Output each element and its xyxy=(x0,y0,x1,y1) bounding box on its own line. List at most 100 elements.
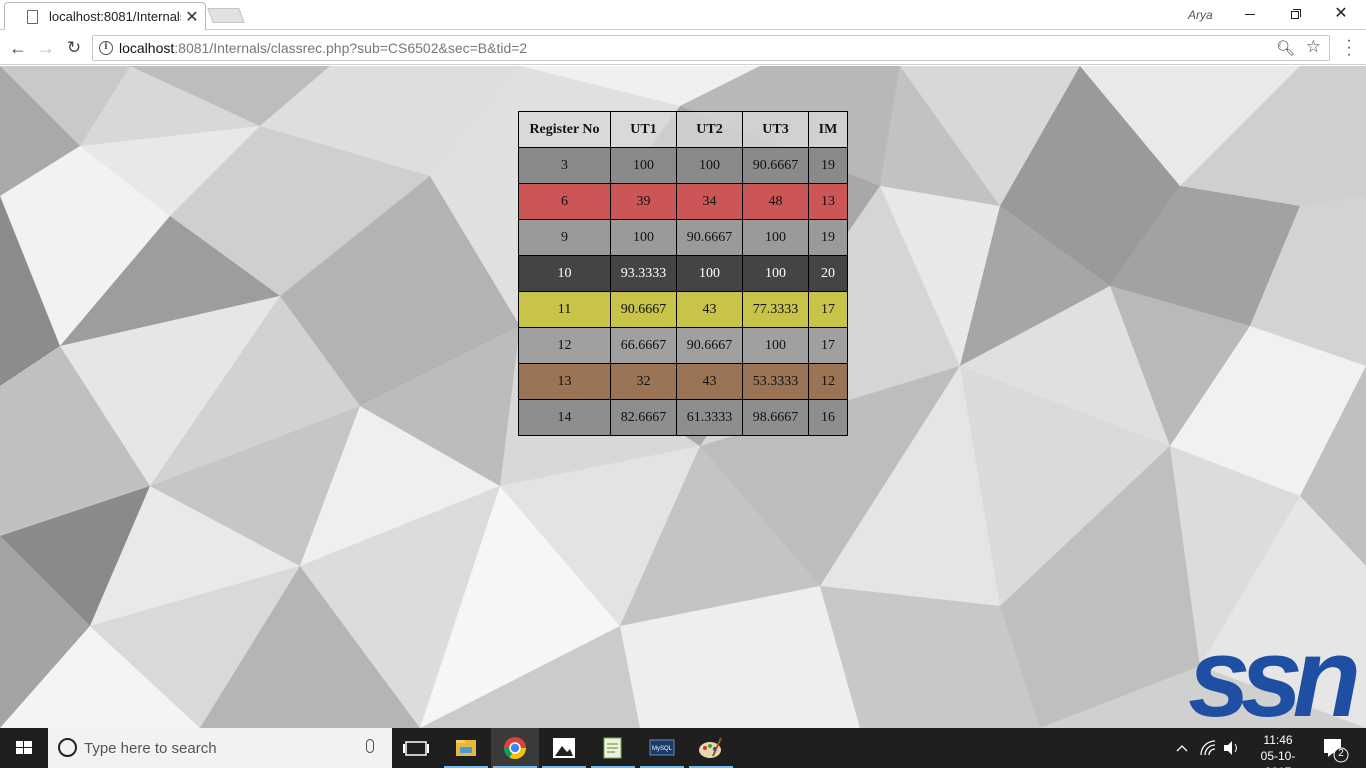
cell-im: 17 xyxy=(808,291,848,328)
cell-ut1: 100 xyxy=(610,147,677,184)
address-bar[interactable]: i localhost:8081/Internals/classrec.php?… xyxy=(92,35,1330,61)
cell-im: 19 xyxy=(808,219,848,256)
wifi-icon[interactable] xyxy=(1198,728,1218,768)
minimize-button[interactable] xyxy=(1235,4,1265,24)
forward-icon[interactable]: → xyxy=(33,35,59,61)
cell-register-no: 11 xyxy=(518,291,611,328)
profile-name[interactable]: Arya xyxy=(1188,8,1213,22)
class-record-table: Register No UT1 UT2 UT3 IM 3 100 100 90.666… xyxy=(518,111,848,436)
taskbar: Type here to search MySQL 11:46 05-10-20 xyxy=(0,728,1366,768)
cell-ut2: 100 xyxy=(676,147,743,184)
cell-ut3: 98.6667 xyxy=(742,399,809,436)
header-ut2: UT2 xyxy=(676,111,743,148)
show-hidden-icons[interactable] xyxy=(1174,728,1190,768)
browser-tab[interactable]: localhost:8081/Internals/ ✕ xyxy=(4,2,206,30)
cell-register-no: 12 xyxy=(518,327,611,364)
svg-text:MySQL: MySQL xyxy=(652,746,673,752)
cell-ut1: 39 xyxy=(610,183,677,220)
cell-register-no: 6 xyxy=(518,183,611,220)
table-row: 14 82.6667 61.3333 98.6667 16 xyxy=(518,399,848,436)
table-row: 9 100 90.6667 100 19 xyxy=(518,219,848,256)
cell-ut3: 53.3333 xyxy=(742,363,809,400)
cell-ut1: 100 xyxy=(610,219,677,256)
cell-im: 13 xyxy=(808,183,848,220)
cell-ut1: 82.6667 xyxy=(610,399,677,436)
notifications-icon[interactable]: 2 xyxy=(1320,728,1350,768)
cell-ut3: 48 xyxy=(742,183,809,220)
task-view-icon[interactable] xyxy=(392,728,440,768)
reload-icon[interactable]: ↻ xyxy=(61,35,87,61)
page-content: Register No UT1 UT2 UT3 IM 3 100 100 90.666… xyxy=(0,66,1366,728)
header-ut1: UT1 xyxy=(610,111,677,148)
table-header-row: Register No UT1 UT2 UT3 IM xyxy=(518,111,848,148)
table-row: 12 66.6667 90.6667 100 17 xyxy=(518,327,848,364)
photos-icon[interactable] xyxy=(540,728,588,768)
cell-register-no: 10 xyxy=(518,255,611,292)
clock-date: 05-10-2017 xyxy=(1260,749,1296,768)
windows-icon xyxy=(16,741,32,754)
cell-ut1: 66.6667 xyxy=(610,327,677,364)
table-row: 11 90.6667 43 77.3333 17 xyxy=(518,291,848,328)
taskbar-search-box[interactable]: Type here to search xyxy=(48,728,392,768)
paint-icon[interactable] xyxy=(687,728,735,768)
microphone-icon[interactable] xyxy=(366,739,374,753)
header-ut3: UT3 xyxy=(742,111,809,148)
cell-im: 16 xyxy=(808,399,848,436)
url-text[interactable]: localhost:8081/Internals/classrec.php?su… xyxy=(119,40,527,56)
tab-title: localhost:8081/Internals/ xyxy=(49,9,181,24)
window-close-button[interactable]: ✕ xyxy=(1326,4,1356,24)
notification-count: 2 xyxy=(1338,748,1344,759)
cell-ut1: 32 xyxy=(610,363,677,400)
notepad-icon[interactable] xyxy=(589,728,637,768)
search-placeholder: Type here to search xyxy=(84,740,217,757)
new-tab-button[interactable] xyxy=(207,8,245,23)
mysql-icon[interactable]: MySQL xyxy=(638,728,686,768)
tab-strip: localhost:8081/Internals/ ✕ Arya ✕ xyxy=(0,0,1366,30)
cell-ut2: 43 xyxy=(676,363,743,400)
cell-ut3: 100 xyxy=(742,327,809,364)
cell-ut2: 100 xyxy=(676,255,743,292)
menu-icon[interactable]: · · · xyxy=(1344,33,1354,63)
cell-im: 19 xyxy=(808,147,848,184)
restore-button[interactable] xyxy=(1280,4,1310,24)
start-button[interactable] xyxy=(0,728,48,768)
cell-ut1: 93.3333 xyxy=(610,255,677,292)
zoom-icon[interactable]: 🔍︎ xyxy=(1276,39,1295,57)
cell-ut2: 61.3333 xyxy=(676,399,743,436)
browser-toolbar: ← → ↻ i localhost:8081/Internals/classre… xyxy=(0,31,1366,65)
table-row: 10 93.3333 100 100 20 xyxy=(518,255,848,292)
bookmark-star-icon[interactable]: ☆ xyxy=(1306,37,1321,57)
tab-close-icon[interactable]: ✕ xyxy=(183,7,201,27)
clock[interactable]: 11:46 05-10-2017 xyxy=(1248,732,1308,768)
back-icon[interactable]: ← xyxy=(5,35,31,61)
cell-im: 20 xyxy=(808,255,848,292)
cell-ut1: 90.6667 xyxy=(610,291,677,328)
file-explorer-icon[interactable] xyxy=(442,728,490,768)
cell-register-no: 14 xyxy=(518,399,611,436)
cell-ut2: 90.6667 xyxy=(676,219,743,256)
header-register-no: Register No xyxy=(518,111,611,148)
cell-ut2: 34 xyxy=(676,183,743,220)
table-row: 6 39 34 48 13 xyxy=(518,183,848,220)
cell-im: 17 xyxy=(808,327,848,364)
cell-ut3: 100 xyxy=(742,219,809,256)
clock-time: 11:46 xyxy=(1263,733,1293,747)
cell-ut3: 90.6667 xyxy=(742,147,809,184)
cell-im: 12 xyxy=(808,363,848,400)
cell-register-no: 13 xyxy=(518,363,611,400)
info-icon[interactable]: i xyxy=(99,41,113,55)
cell-register-no: 3 xyxy=(518,147,611,184)
cell-register-no: 9 xyxy=(518,219,611,256)
volume-icon[interactable] xyxy=(1222,728,1242,768)
cell-ut3: 77.3333 xyxy=(742,291,809,328)
cell-ut2: 43 xyxy=(676,291,743,328)
cell-ut2: 90.6667 xyxy=(676,327,743,364)
header-im: IM xyxy=(808,111,848,148)
table-row: 13 32 43 53.3333 12 xyxy=(518,363,848,400)
page-icon xyxy=(27,10,38,24)
chrome-icon[interactable] xyxy=(491,728,539,768)
svg-text:ssn: ssn xyxy=(1188,636,1357,728)
cortana-icon xyxy=(58,738,77,757)
table-row: 3 100 100 90.6667 19 xyxy=(518,147,848,184)
ssn-logo: ssn xyxy=(1188,636,1366,728)
